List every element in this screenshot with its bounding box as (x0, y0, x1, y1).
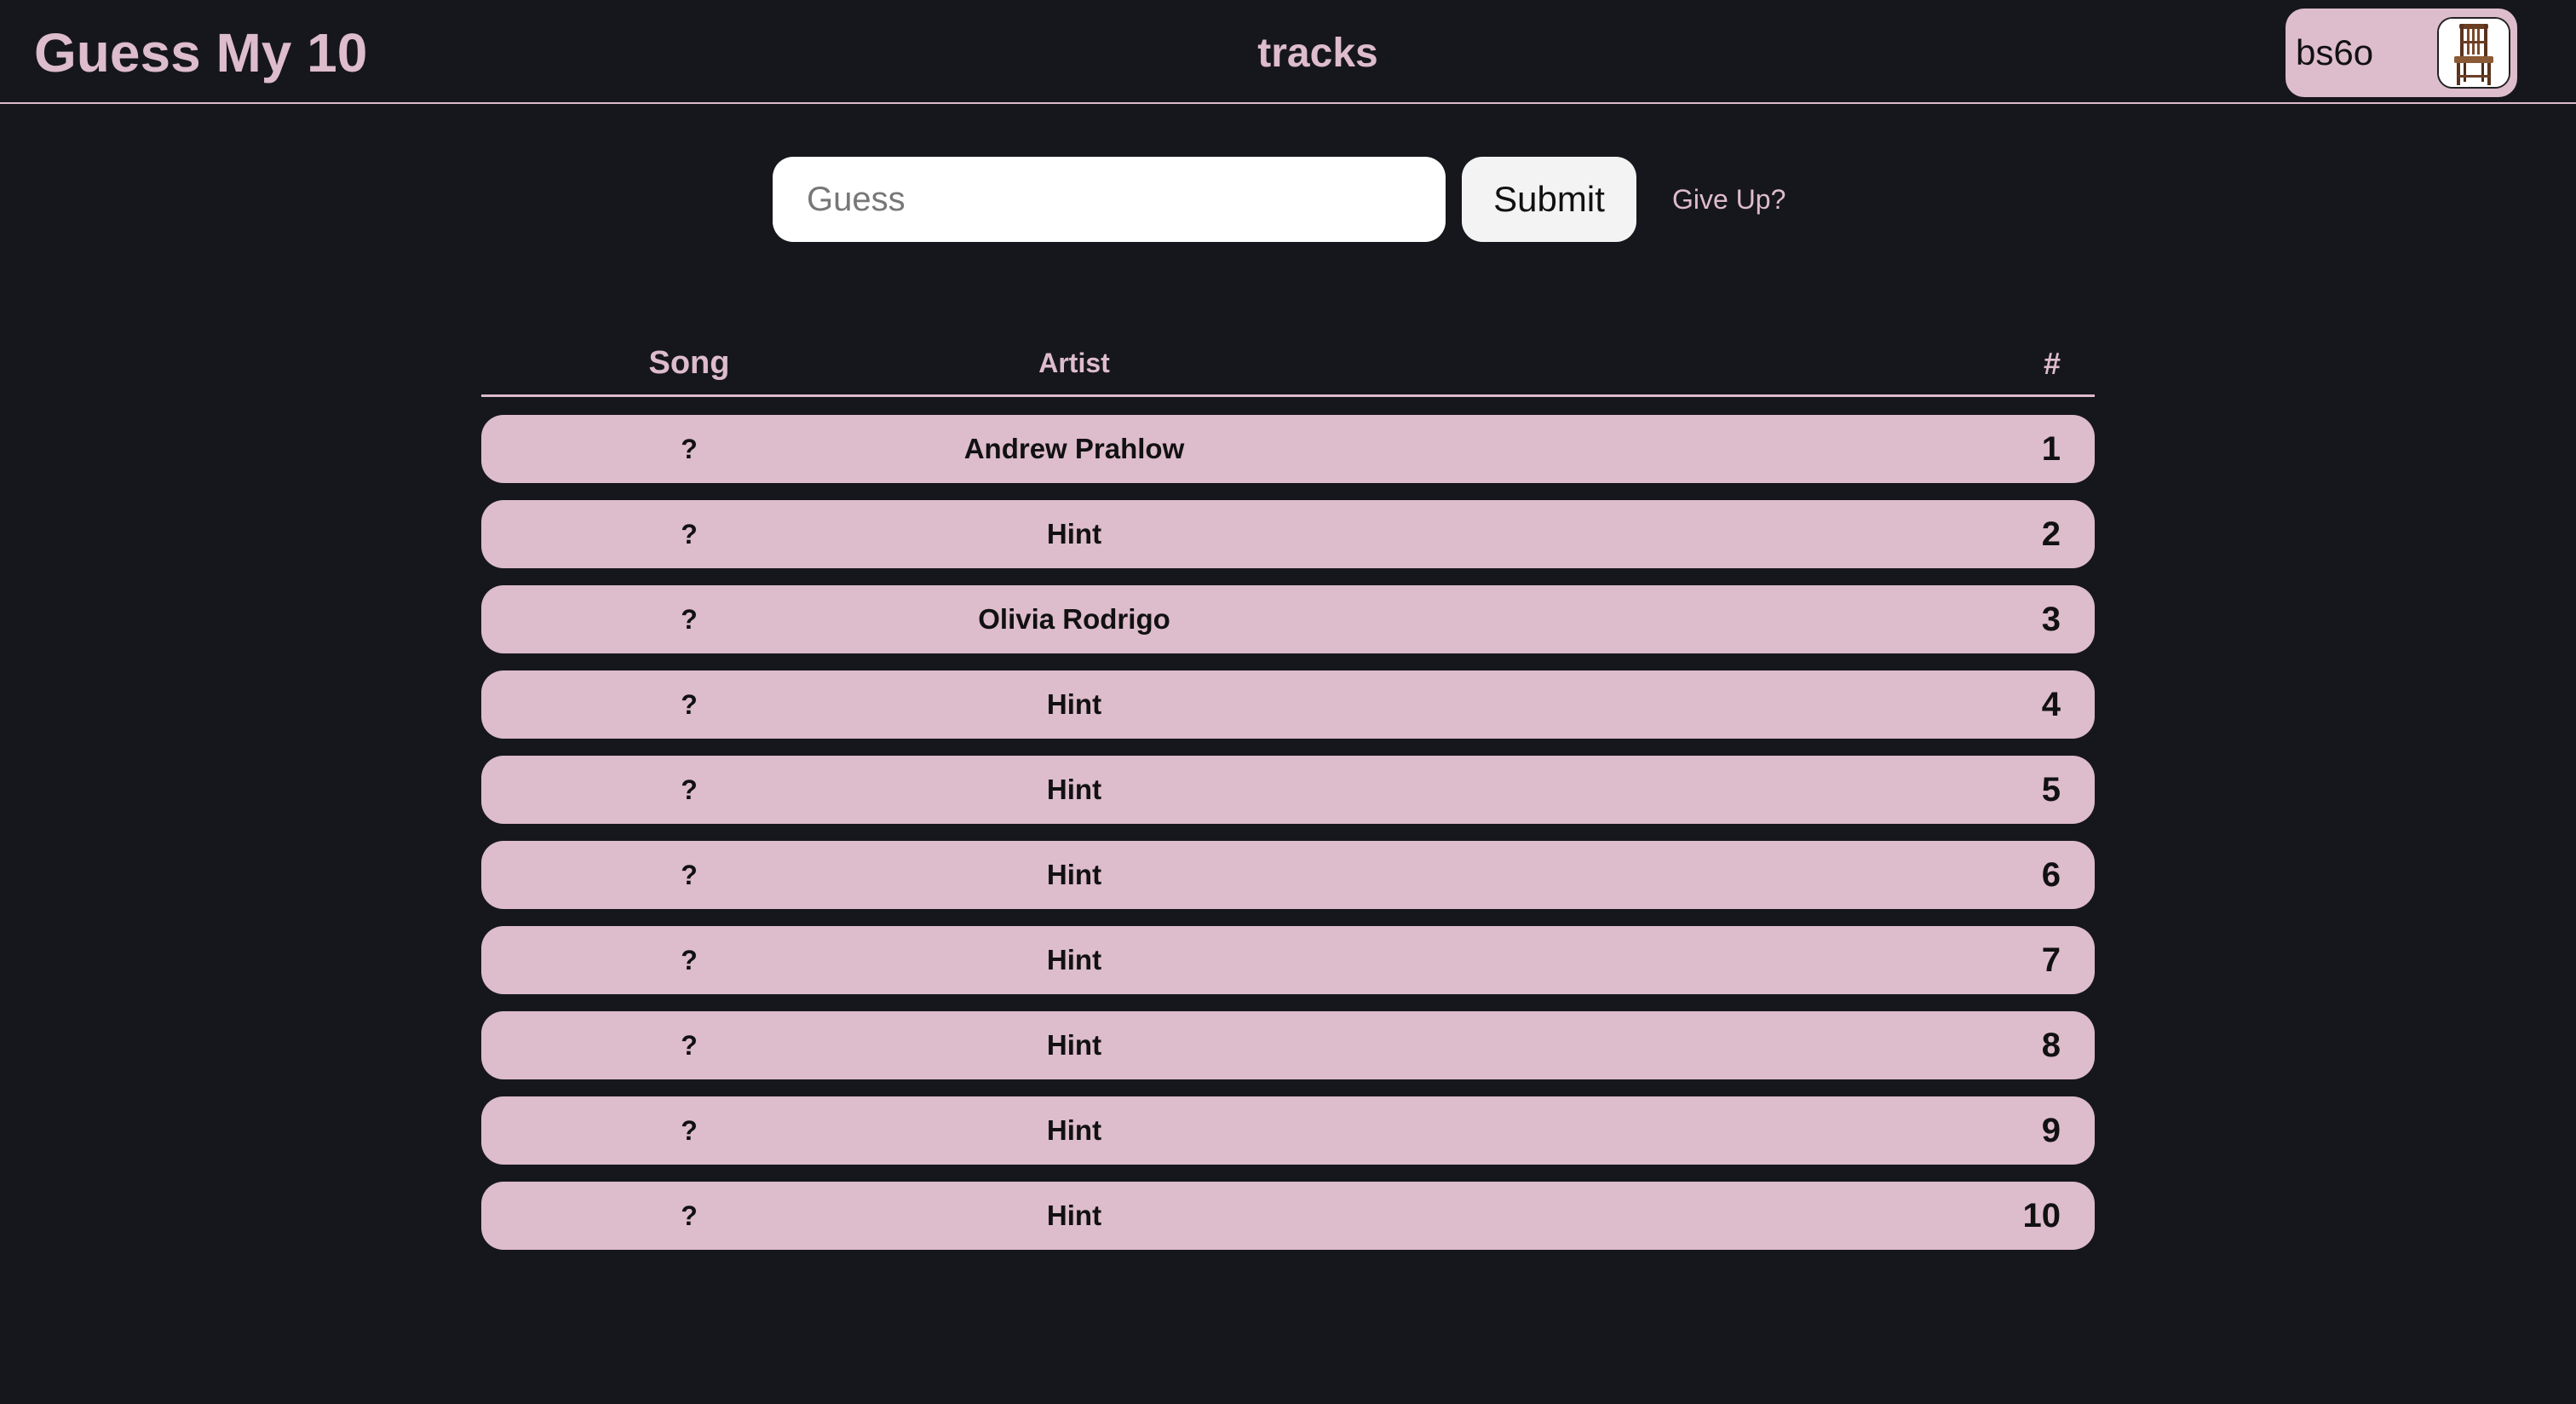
table-row: ? Hint 6 (481, 841, 2095, 909)
rank-cell: 2 (2041, 515, 2061, 553)
rank-cell: 8 (2041, 1026, 2061, 1064)
table-row: ? Hint 7 (481, 926, 2095, 994)
avatar[interactable] (2437, 17, 2510, 89)
page-title: tracks (1257, 31, 1378, 76)
table-row: ? Hint 8 (481, 1011, 2095, 1079)
rank-cell: 5 (2041, 770, 2061, 808)
column-header-number: # (2043, 345, 2061, 381)
rank-cell: 6 (2041, 855, 2061, 894)
artist-cell: Olivia Rodrigo (978, 603, 1170, 635)
tracks-table: Song Artist # ? Andrew Prahlow 1 ? Hint … (481, 332, 2095, 1267)
rank-cell: 7 (2041, 941, 2061, 979)
submit-button[interactable]: Submit (1462, 157, 1636, 242)
table-row: ? Hint 10 (481, 1182, 2095, 1250)
song-cell: ? (681, 774, 698, 805)
song-cell: ? (681, 944, 698, 975)
column-header-artist: Artist (1038, 348, 1110, 378)
table-body: ? Andrew Prahlow 1 ? Hint 2 ? Olivia Rod… (481, 415, 2095, 1250)
song-cell: ? (681, 688, 698, 720)
rank-cell: 3 (2041, 600, 2061, 638)
hint-button[interactable]: Hint (1047, 774, 1101, 806)
hint-button[interactable]: Hint (1047, 518, 1101, 550)
top-bar: Guess My 10 tracks bs6o (0, 0, 2576, 104)
table-row: ? Hint 5 (481, 756, 2095, 824)
rank-cell: 4 (2041, 685, 2061, 723)
table-row: ? Olivia Rodrigo 3 (481, 585, 2095, 653)
hint-button[interactable]: Hint (1047, 859, 1101, 891)
hint-button[interactable]: Hint (1047, 688, 1101, 721)
hint-button[interactable]: Hint (1047, 944, 1101, 976)
hint-button[interactable]: Hint (1047, 1200, 1101, 1232)
table-row: ? Hint 4 (481, 670, 2095, 739)
table-row: ? Hint 9 (481, 1096, 2095, 1165)
rank-cell: 10 (2022, 1196, 2061, 1234)
table-row: ? Andrew Prahlow 1 (481, 415, 2095, 483)
rank-cell: 1 (2041, 429, 2061, 468)
username-label: bs6o (2296, 32, 2374, 72)
chair-icon (2439, 19, 2509, 87)
column-header-song: Song (648, 345, 730, 381)
user-profile-button[interactable]: bs6o (2286, 9, 2517, 97)
song-cell: ? (681, 1114, 698, 1146)
song-cell: ? (681, 518, 698, 550)
song-cell: ? (681, 1029, 698, 1061)
artist-cell: Andrew Prahlow (963, 433, 1185, 464)
song-cell: ? (681, 1200, 698, 1231)
song-cell: ? (681, 859, 698, 890)
song-cell: ? (681, 603, 698, 635)
guess-input[interactable] (773, 157, 1446, 242)
hint-button[interactable]: Hint (1047, 1114, 1101, 1147)
table-header: Song Artist # (481, 332, 2095, 397)
table-row: ? Hint 2 (481, 500, 2095, 568)
song-cell: ? (681, 433, 698, 464)
rank-cell: 9 (2041, 1111, 2061, 1149)
give-up-link[interactable]: Give Up? (1672, 181, 1785, 218)
hint-button[interactable]: Hint (1047, 1029, 1101, 1062)
